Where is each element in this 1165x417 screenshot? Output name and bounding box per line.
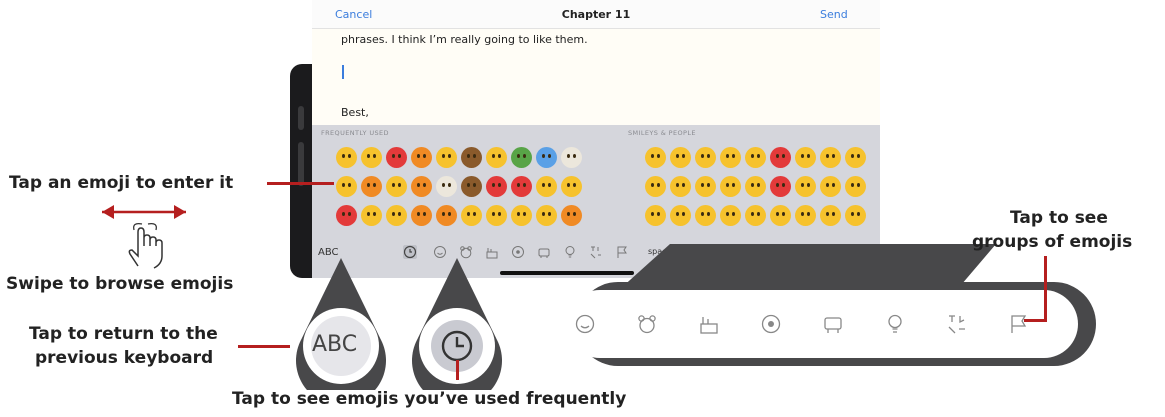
- winking-tongue-emoji[interactable]: [436, 147, 457, 168]
- grinning-emoji[interactable]: [670, 147, 691, 168]
- side-button: [298, 106, 304, 130]
- cat-emoji[interactable]: [411, 205, 432, 226]
- kissing-emoji[interactable]: [795, 147, 816, 168]
- clapping-emoji[interactable]: [386, 176, 407, 197]
- flag-icon: [1011, 315, 1027, 333]
- heart-eyes-emoji[interactable]: [770, 147, 791, 168]
- thumbs-up-emoji[interactable]: [336, 147, 357, 168]
- kissing-heart-emoji[interactable]: [361, 205, 382, 226]
- octopus-emoji[interactable]: [511, 176, 532, 197]
- light-bulb-emoji[interactable]: [561, 147, 582, 168]
- zany-emoji[interactable]: [511, 205, 532, 226]
- bulb-icon: [888, 314, 902, 333]
- upside-down-emoji[interactable]: [745, 147, 766, 168]
- rofl-emoji[interactable]: [695, 176, 716, 197]
- section-label-smileys-people: SMILEYS & PEOPLE: [628, 129, 696, 137]
- turtle-emoji[interactable]: [511, 147, 532, 168]
- relieved-emoji[interactable]: [745, 205, 766, 226]
- heart-emoji[interactable]: [486, 176, 507, 197]
- callout-line: [1024, 319, 1047, 322]
- kissing-closed-eyes-emoji[interactable]: [795, 176, 816, 197]
- grinning-emoji[interactable]: [845, 147, 866, 168]
- bulb-icon[interactable]: [563, 245, 577, 259]
- kissing-emoji[interactable]: [770, 205, 791, 226]
- laughing-emoji[interactable]: [670, 176, 691, 197]
- halo-emoji[interactable]: [720, 176, 741, 197]
- grinning-emoji[interactable]: [645, 147, 666, 168]
- heart-eyes-emoji[interactable]: [336, 205, 357, 226]
- callout-tap-emoji: Tap an emoji to enter it: [9, 173, 234, 193]
- grinning-emoji[interactable]: [645, 205, 666, 226]
- body-text-line: phrases. I think I’m really going to lik…: [341, 33, 588, 46]
- phone-screen: Cancel Chapter 11 Send phrases. I think …: [312, 0, 880, 278]
- side-button: [298, 142, 304, 186]
- bread-emoji[interactable]: [361, 176, 382, 197]
- joy-emoji[interactable]: [695, 147, 716, 168]
- smileys-people-grid: [643, 144, 868, 231]
- callout-return-line1: Tap to return to the: [29, 324, 218, 344]
- callout-line: [456, 360, 459, 380]
- grinning-emoji[interactable]: [336, 176, 357, 197]
- sweat-smile-emoji[interactable]: [486, 205, 507, 226]
- kissing-emoji[interactable]: [536, 176, 557, 197]
- section-label-frequently-used: FREQUENTLY USED: [321, 129, 389, 137]
- grinning-emoji[interactable]: [845, 205, 866, 226]
- grinning-emoji[interactable]: [645, 176, 666, 197]
- frequently-used-grid: [334, 144, 584, 231]
- callout-frequent: Tap to see emojis you’ve used frequently: [232, 389, 627, 409]
- airplane-emoji[interactable]: [536, 147, 557, 168]
- ball-icon[interactable]: [511, 245, 525, 259]
- car-icon[interactable]: [537, 245, 551, 259]
- tongue-wink-emoji[interactable]: [820, 176, 841, 197]
- callout-line: [238, 345, 290, 348]
- smiling-emoji[interactable]: [486, 147, 507, 168]
- callout-groups-line2: groups of emojis: [972, 232, 1133, 252]
- pizza-emoji[interactable]: [561, 205, 582, 226]
- squinting-tongue-emoji[interactable]: [820, 205, 841, 226]
- angry-emoji[interactable]: [386, 205, 407, 226]
- smiling-emoji[interactable]: [720, 147, 741, 168]
- dog-emoji[interactable]: [461, 176, 482, 197]
- deer-emoji[interactable]: [461, 147, 482, 168]
- relieved-emoji[interactable]: [695, 205, 716, 226]
- symbols-icon: [948, 315, 965, 334]
- callout-return-line2: previous keyboard: [35, 348, 214, 368]
- sun-emoji[interactable]: [411, 147, 432, 168]
- abc-magnifier-callout: [296, 258, 386, 390]
- body-text-line: Best,: [341, 106, 369, 119]
- abc-key-magnified: ABC: [312, 332, 358, 357]
- wink-emoji[interactable]: [745, 176, 766, 197]
- send-button[interactable]: Send: [820, 8, 848, 21]
- sweat-smile-emoji[interactable]: [670, 205, 691, 226]
- train-emoji[interactable]: [386, 147, 407, 168]
- grinning-emoji[interactable]: [845, 176, 866, 197]
- grinning-emoji[interactable]: [361, 147, 382, 168]
- callout-line: [267, 182, 334, 185]
- slight-smile-emoji[interactable]: [720, 205, 741, 226]
- callout-line: [1044, 256, 1047, 322]
- callout-swipe: Swipe to browse emojis: [6, 274, 234, 294]
- star-struck-emoji[interactable]: [770, 176, 791, 197]
- grinning-cat-emoji[interactable]: [436, 205, 457, 226]
- grinning-emoji[interactable]: [461, 205, 482, 226]
- baby-emoji[interactable]: [411, 176, 432, 197]
- navigation-bar: Cancel Chapter 11 Send: [312, 0, 880, 29]
- grinning-emoji[interactable]: [561, 176, 582, 197]
- tongue-emoji[interactable]: [820, 147, 841, 168]
- blushing-emoji[interactable]: [795, 205, 816, 226]
- sunglasses-emoji[interactable]: [536, 205, 557, 226]
- coffee-emoji[interactable]: [436, 176, 457, 197]
- text-cursor: [342, 65, 344, 79]
- message-body[interactable]: phrases. I think I’m really going to lik…: [312, 29, 880, 125]
- swipe-gesture-icon: [102, 205, 186, 269]
- symbols-icon[interactable]: [589, 245, 603, 259]
- ball-icon: [761, 314, 781, 334]
- food-icon: [700, 317, 718, 334]
- car-icon: [824, 317, 842, 333]
- bear-icon: [638, 315, 656, 334]
- page-title: Chapter 11: [561, 8, 631, 21]
- smiley-icon: [575, 314, 595, 334]
- callout-groups-line1: Tap to see: [1010, 208, 1108, 228]
